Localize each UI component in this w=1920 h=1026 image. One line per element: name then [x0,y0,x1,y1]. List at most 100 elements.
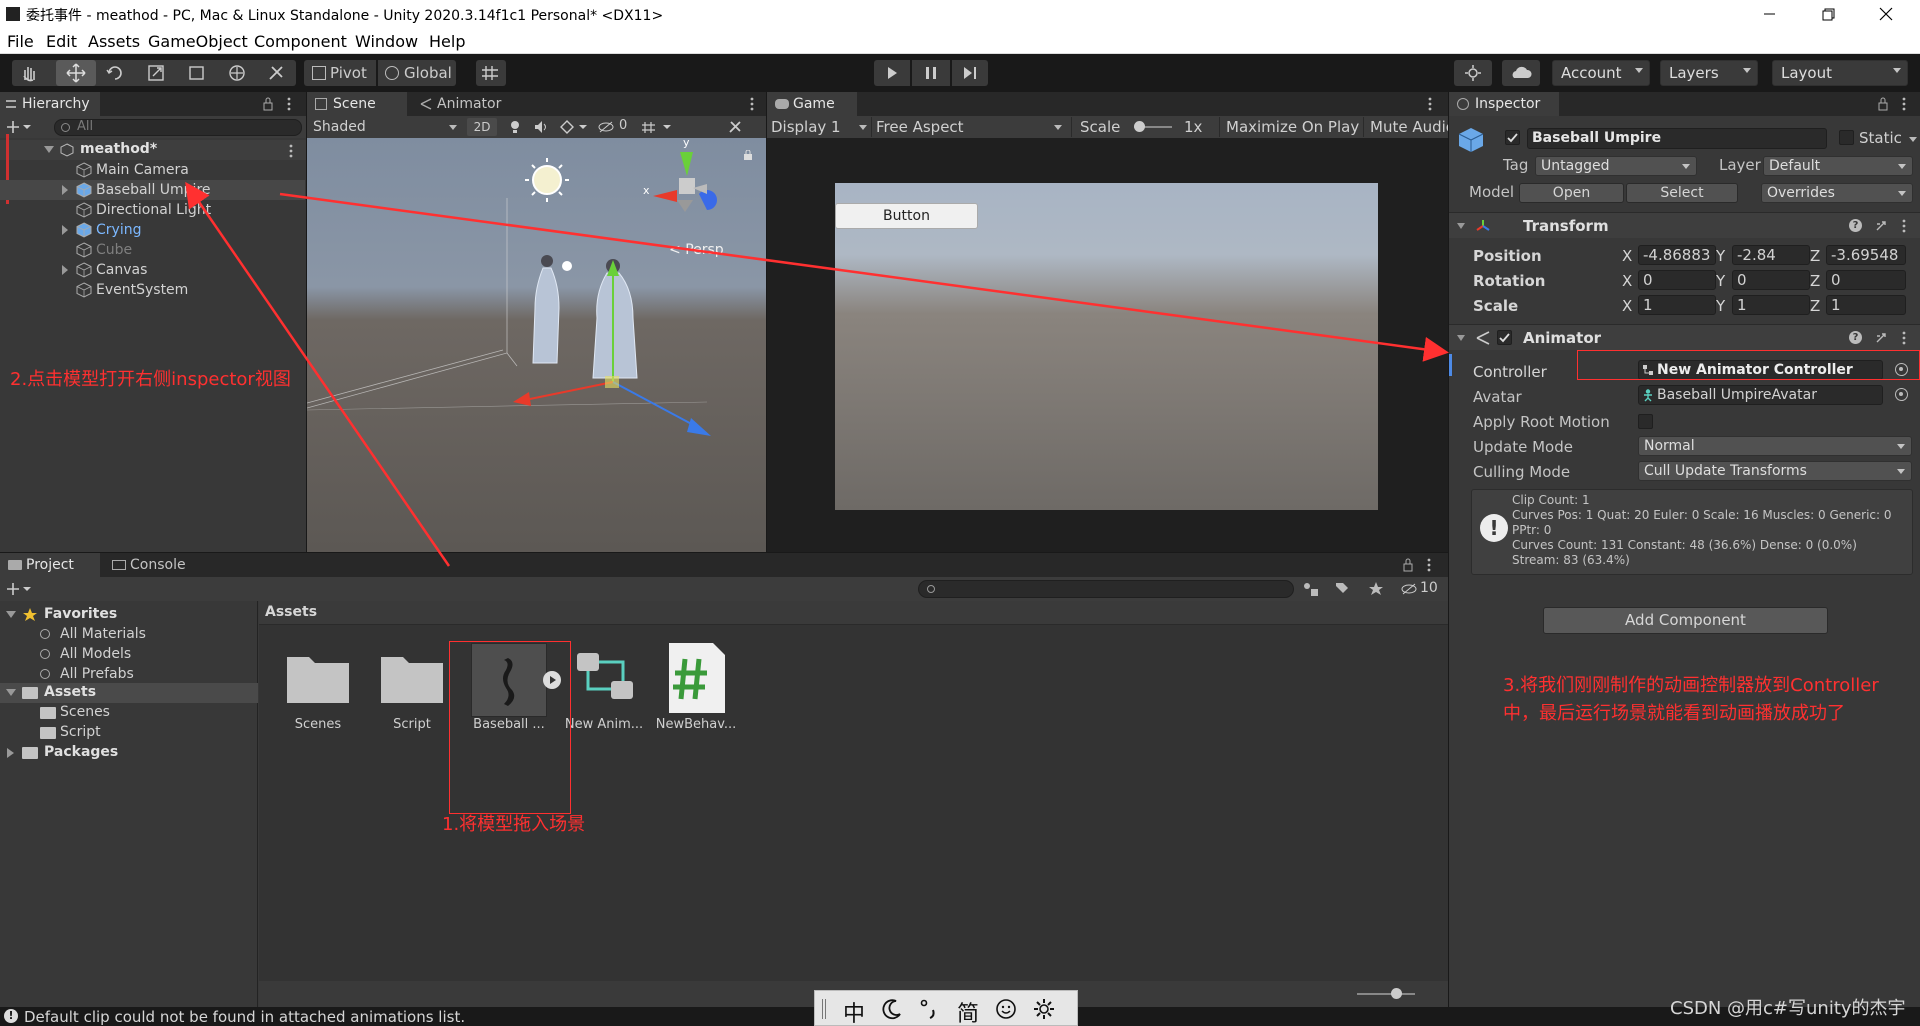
expand-arrow-icon[interactable] [6,611,16,618]
scale-z-field[interactable]: 1 [1826,295,1906,315]
display-dropdown[interactable]: Display 1 [771,117,871,137]
ime-chinese-mode[interactable]: 中 [843,996,865,1026]
lock-icon[interactable] [262,97,274,111]
drag-handle-icon[interactable] [822,999,826,1019]
asset-script[interactable]: Script [373,643,451,743]
select-button[interactable]: Select [1626,183,1738,203]
persp-label[interactable]: < Persp [669,242,724,258]
menu-window[interactable]: Window [355,32,418,51]
kebab-menu-icon[interactable] [749,96,755,112]
slider-thumb[interactable] [1391,988,1402,999]
asset-folder-item[interactable]: Scenes [0,703,258,723]
collapse-arrow-icon[interactable] [62,265,68,275]
mute-toggle[interactable]: Mute Audio [1363,117,1448,137]
static-dropdown[interactable]: Static [1859,129,1917,147]
hidden-objects-toggle[interactable]: 0 [597,118,633,135]
ime-simplified[interactable]: 简 [957,996,979,1026]
kebab-menu-icon[interactable] [1901,218,1907,234]
scale-y-field[interactable]: 1 [1732,295,1810,315]
2d-toggle[interactable]: 2D [467,118,497,136]
kebab-menu-icon[interactable] [1901,330,1907,346]
moon-icon[interactable] [881,998,903,1020]
foldout-arrow-icon[interactable] [1457,223,1465,229]
grid-toggle-icon[interactable] [641,119,677,135]
slider-thumb[interactable] [1134,121,1145,132]
punctuation-icon[interactable] [919,998,941,1020]
packages-row[interactable]: Packages [0,743,258,763]
rotation-y-field[interactable]: 0 [1732,270,1810,290]
add-icon[interactable] [6,581,32,597]
position-z-field[interactable]: -3.69548 [1826,245,1906,265]
preset-icon[interactable] [1875,219,1888,232]
lock-icon[interactable] [1402,558,1414,572]
foldout-arrow-icon[interactable] [1457,335,1465,341]
tab-console[interactable]: Console [104,553,194,577]
global-toggle[interactable]: Global [378,60,456,86]
update-mode-dropdown[interactable]: Normal [1638,436,1912,456]
scale-x-field[interactable]: 1 [1638,295,1716,315]
zoom-slider[interactable] [1357,988,1415,999]
lighting-icon[interactable] [507,119,523,135]
grid-snap-button[interactable] [476,60,506,86]
kebab-menu-icon[interactable] [286,96,292,112]
game-viewport[interactable]: Button [767,138,1448,552]
tab-game[interactable]: Game [767,92,857,116]
add-component-button[interactable]: Add Component [1543,607,1828,634]
scale-control[interactable]: Scale 1x [1071,117,1231,137]
scale-z-axis-label[interactable]: Z [1810,297,1820,315]
rect-tool-icon[interactable] [184,64,210,82]
asset-scenes[interactable]: Scenes [279,643,357,743]
transform-tool-icon[interactable] [224,64,250,82]
restore-button[interactable] [1818,4,1838,24]
position-z-axis-label[interactable]: Z [1810,247,1820,265]
expand-arrow-icon[interactable] [6,689,16,696]
minimize-button[interactable] [1760,4,1780,24]
scale-y-axis-label[interactable]: Y [1716,297,1725,315]
overrides-dropdown[interactable]: Overrides [1761,183,1913,203]
effects-icon[interactable] [559,119,589,135]
expand-arrow-icon[interactable] [44,146,54,153]
pivot-toggle[interactable]: Pivot [304,60,376,86]
position-y-axis-label[interactable]: Y [1716,247,1725,265]
layer-dropdown[interactable]: Default [1763,156,1913,176]
preset-icon[interactable] [1875,331,1888,344]
lock-icon[interactable] [743,150,753,160]
kebab-menu-icon[interactable] [1426,557,1432,573]
favorite-item[interactable]: All Models [0,645,258,665]
kebab-menu-icon[interactable] [1901,96,1907,112]
move-tool-icon[interactable] [56,60,96,86]
collapse-arrow-icon[interactable] [62,185,68,195]
static-checkbox[interactable] [1839,130,1854,145]
collab-icon[interactable] [1454,60,1492,86]
scene-gizmo[interactable]: y x [643,138,727,226]
hierarchy-item[interactable]: Directional Light [0,200,305,220]
menu-component[interactable]: Component [254,32,347,51]
close-button[interactable] [1876,4,1896,24]
position-x-field[interactable]: -4.86883 [1638,245,1716,265]
ui-button[interactable]: Button [835,203,978,229]
transform-header[interactable]: Transform ? [1449,212,1920,238]
hierarchy-item[interactable]: Cube [0,240,305,260]
scale-tool-icon[interactable] [144,64,170,82]
tab-project[interactable]: Project [0,553,100,577]
favorite-item[interactable]: All Prefabs [0,665,258,685]
apply-root-motion-checkbox[interactable] [1638,414,1653,429]
collapse-arrow-icon[interactable] [62,225,68,235]
tag-dropdown[interactable]: Untagged [1535,156,1697,176]
rotate-tool-icon[interactable] [102,64,128,82]
play-button[interactable] [874,60,910,86]
collapse-arrow-icon[interactable] [7,748,14,758]
scale-x-axis-label[interactable]: X [1622,297,1632,315]
add-icon[interactable] [6,119,32,135]
tab-hierarchy[interactable]: Hierarchy [0,92,100,116]
cloud-icon[interactable] [1502,60,1540,86]
rotation-x-axis-label[interactable]: X [1622,272,1632,290]
rotation-z-field[interactable]: 0 [1826,270,1906,290]
menu-gameobject[interactable]: GameObject [148,32,248,51]
menu-file[interactable]: File [7,32,34,51]
hierarchy-item[interactable]: Canvas [0,260,305,280]
tools-icon[interactable] [727,119,743,135]
project-search[interactable] [918,580,1294,598]
rotation-y-axis-label[interactable]: Y [1716,272,1725,290]
object-name-field[interactable]: Baseball Umpire [1527,128,1827,149]
